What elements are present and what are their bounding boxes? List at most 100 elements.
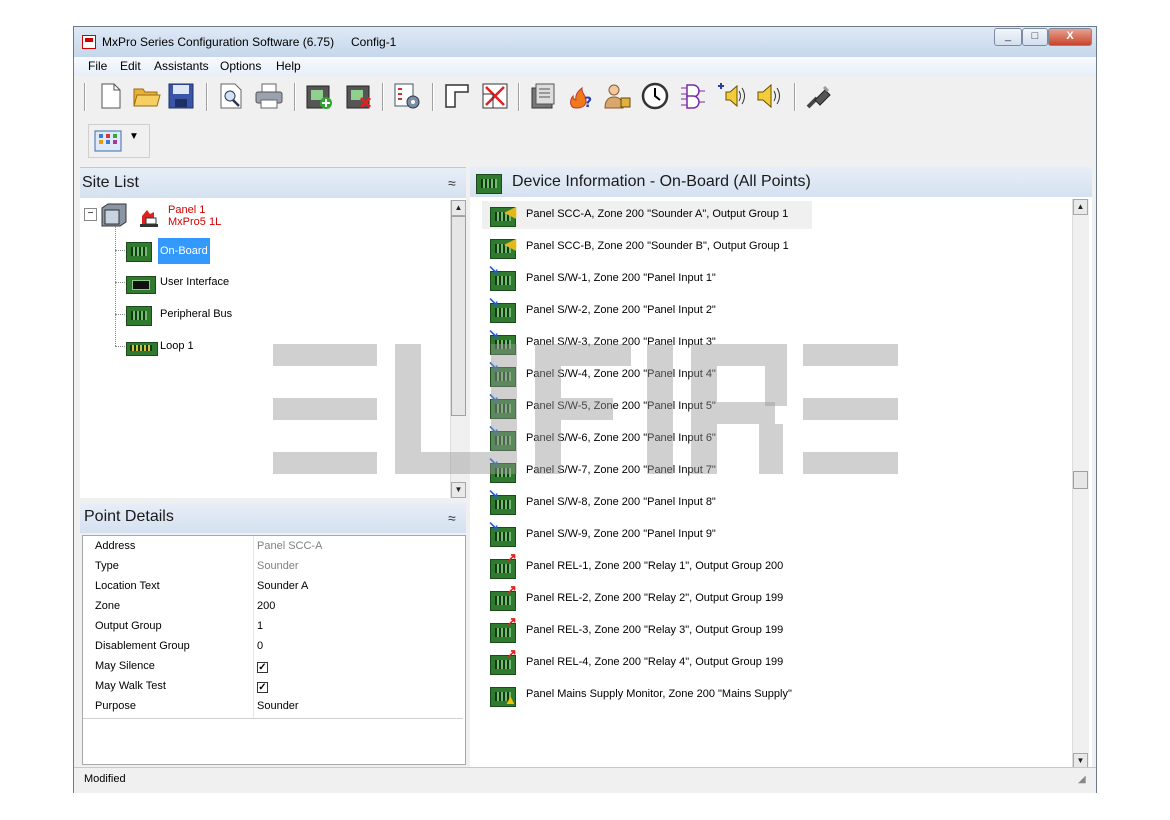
- device-row[interactable]: ↗ Panel REL-2, Zone 200 "Relay 2", Output…: [482, 583, 812, 613]
- scroll-up-button[interactable]: ▲: [1073, 199, 1088, 215]
- scroll-down-button[interactable]: ▼: [451, 482, 466, 498]
- device-row-text: Panel S/W-8, Zone 200 "Panel Input 8": [526, 496, 716, 508]
- device-row[interactable]: ◀ Panel SCC-A, Zone 200 "Sounder A", Outp…: [482, 201, 812, 229]
- view-toolbar: ▼: [88, 124, 150, 158]
- view-grid-button[interactable]: [93, 129, 123, 153]
- menu-edit[interactable]: Edit: [120, 59, 141, 73]
- relay-device-icon: ↗: [488, 615, 518, 643]
- sounder-device-icon: ◀: [488, 203, 518, 227]
- device-row-text: Panel REL-1, Zone 200 "Relay 1", Output …: [526, 560, 784, 572]
- scroll-up-button[interactable]: ▲: [451, 200, 466, 216]
- relay-device-icon: ↗: [488, 647, 518, 675]
- cancel-layout-icon[interactable]: [480, 81, 510, 111]
- main-toolbar: ?: [82, 77, 842, 117]
- tree-item-user-interface[interactable]: User Interface: [124, 270, 424, 296]
- minimize-button[interactable]: _: [994, 28, 1022, 46]
- logic-gate-icon[interactable]: [678, 81, 708, 111]
- collapse-chevron-icon[interactable]: ≈: [448, 510, 456, 526]
- tree-collapse-toggle[interactable]: −: [84, 208, 97, 221]
- tree-item-on-board[interactable]: On-Board: [124, 238, 424, 264]
- collapse-chevron-icon[interactable]: ≈: [448, 175, 456, 191]
- new-file-icon[interactable]: [96, 81, 126, 111]
- point-detail-value[interactable]: 200: [257, 600, 275, 612]
- title-bar: MxPro Series Configuration Software (6.7…: [74, 27, 1096, 57]
- point-detail-label: Location Text: [95, 580, 160, 592]
- sounder-icon[interactable]: [754, 81, 784, 111]
- site-list-header: Site List ≈: [80, 168, 466, 198]
- print-preview-icon[interactable]: [216, 81, 246, 111]
- user-access-icon[interactable]: [602, 81, 632, 111]
- device-row[interactable]: ↘ Panel S/W-8, Zone 200 "Panel Input 8": [482, 487, 812, 517]
- chevron-down-icon[interactable]: ▼: [129, 131, 139, 142]
- panel-fire-icon: [136, 204, 162, 228]
- toolbar-separator: [794, 83, 796, 111]
- checkbox[interactable]: ✓: [257, 682, 268, 693]
- toolbar-separator: [206, 83, 208, 111]
- device-row[interactable]: ↗ Panel REL-4, Zone 200 "Relay 4", Output…: [482, 647, 812, 677]
- usb-connect-icon[interactable]: [804, 81, 834, 111]
- menu-file[interactable]: File: [88, 59, 107, 73]
- menu-options[interactable]: Options: [220, 59, 261, 73]
- toolbar-separator: [294, 83, 296, 111]
- scroll-thumb[interactable]: [1073, 471, 1088, 489]
- save-icon[interactable]: [166, 81, 196, 111]
- grid-divider: [253, 536, 254, 718]
- device-info-header: Device Information - On-Board (All Point…: [470, 167, 1092, 197]
- device-row[interactable]: ↘ Panel S/W-2, Zone 200 "Panel Input 2": [482, 295, 812, 325]
- menu-help[interactable]: Help: [276, 59, 301, 73]
- status-bar: Modified ◢: [74, 767, 1096, 793]
- open-folder-icon[interactable]: [132, 81, 162, 111]
- fire-query-icon[interactable]: ?: [566, 81, 596, 111]
- point-detail-label: May Silence: [95, 660, 155, 672]
- layout-icon[interactable]: [442, 81, 472, 111]
- resize-grip-icon[interactable]: ◢: [1078, 774, 1086, 785]
- circuit-board-icon: [474, 170, 504, 194]
- device-info-title: Device Information - On-Board (All Point…: [512, 173, 811, 190]
- toolbar-separator: [382, 83, 384, 111]
- toolbar-separator: [432, 83, 434, 111]
- point-detail-value[interactable]: Sounder A: [257, 580, 308, 592]
- point-detail-value: Panel SCC-A: [257, 540, 323, 552]
- checkbox[interactable]: ✓: [257, 662, 268, 673]
- point-detail-label: Address: [95, 540, 136, 552]
- point-detail-value[interactable]: Sounder: [257, 700, 299, 712]
- point-details-title: Point Details: [84, 508, 174, 525]
- device-list-scrollbar[interactable]: ▲ ▼: [1072, 199, 1089, 769]
- point-detail-value[interactable]: 1: [257, 620, 263, 632]
- tree-item-label: Peripheral Bus: [160, 308, 233, 320]
- device-row-text: Panel REL-2, Zone 200 "Relay 2", Output …: [526, 592, 784, 604]
- sounder-add-icon[interactable]: [716, 81, 746, 111]
- print-icon[interactable]: [254, 81, 284, 111]
- menu-assistants[interactable]: Assistants: [154, 59, 209, 73]
- device-row[interactable]: ↘ Panel S/W-9, Zone 200 "Panel Input 9": [482, 519, 812, 549]
- device-row-text: Panel REL-4, Zone 200 "Relay 4", Output …: [526, 656, 784, 668]
- clock-icon[interactable]: [640, 81, 670, 111]
- point-detail-label: Output Group: [95, 620, 162, 632]
- maximize-button[interactable]: □: [1022, 28, 1048, 46]
- device-row[interactable]: ↗ Panel REL-1, Zone 200 "Relay 1", Output…: [482, 551, 812, 581]
- close-button[interactable]: X: [1048, 28, 1092, 46]
- toolbar-separator: [84, 83, 86, 111]
- panel-label[interactable]: Panel 1 MxPro5 1L: [168, 204, 221, 228]
- delete-device-icon[interactable]: [344, 81, 374, 111]
- device-row[interactable]: ↘ Panel S/W-1, Zone 200 "Panel Input 1": [482, 263, 812, 293]
- input-device-icon: ↘: [488, 263, 518, 291]
- app-icon: [82, 35, 96, 49]
- panel-info-icon[interactable]: [528, 81, 558, 111]
- configure-icon[interactable]: [392, 81, 422, 111]
- tree-item-peripheral-bus[interactable]: Peripheral Bus: [124, 302, 424, 328]
- device-row-text: Panel S/W-9, Zone 200 "Panel Input 9": [526, 528, 716, 540]
- point-detail-label: Type: [95, 560, 119, 572]
- tree-item-label: On-Board: [158, 238, 210, 264]
- point-detail-label: Disablement Group: [95, 640, 190, 652]
- window-title: MxPro Series Configuration Software (6.7…: [102, 35, 335, 49]
- device-row[interactable]: ▲ Panel Mains Supply Monitor, Zone 200 "M…: [482, 681, 812, 709]
- device-row[interactable]: ↗ Panel REL-3, Zone 200 "Relay 3", Output…: [482, 615, 812, 645]
- point-detail-value[interactable]: 0: [257, 640, 263, 652]
- device-row[interactable]: ◀ Panel SCC-B, Zone 200 "Sounder B", Outp…: [482, 233, 812, 261]
- add-device-icon[interactable]: [304, 81, 334, 111]
- device-row-text: Panel S/W-2, Zone 200 "Panel Input 2": [526, 304, 716, 316]
- input-device-icon: ↘: [488, 519, 518, 547]
- status-text: Modified: [84, 773, 126, 785]
- device-row-text: Panel SCC-A, Zone 200 "Sounder A", Outpu…: [526, 208, 789, 220]
